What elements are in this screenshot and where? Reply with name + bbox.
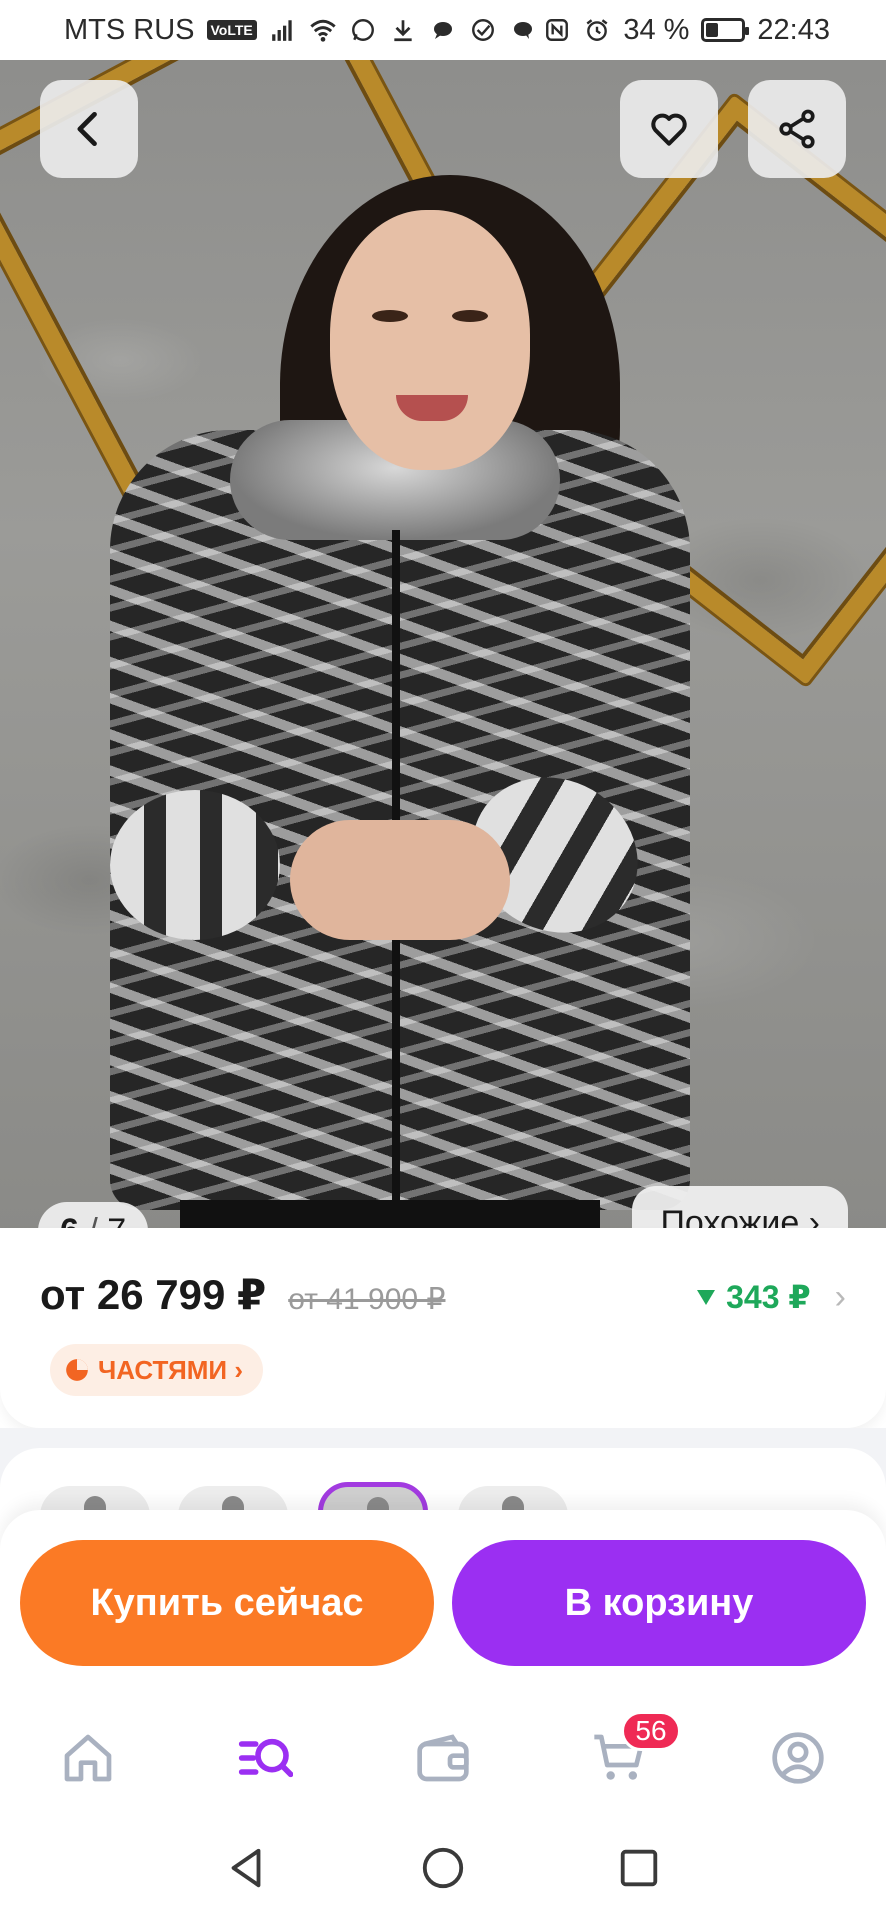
add-to-cart-button[interactable]: В корзину (452, 1540, 866, 1666)
nav-home-icon[interactable] (420, 1845, 466, 1891)
price-row: от 26 799 ₽ от 41 900 ₽ 343 ₽ › (40, 1270, 846, 1319)
wallet-icon (417, 1734, 469, 1782)
fur-cuff-left (110, 790, 280, 940)
cashback-amount: 343 ₽ (726, 1279, 811, 1315)
nav-back-icon[interactable] (224, 1845, 270, 1891)
clock: 22:43 (757, 13, 830, 46)
status-left: MTS RUS VoLTE (64, 14, 537, 47)
profile-icon (772, 1732, 824, 1784)
eye-right (452, 310, 488, 322)
download-icon (389, 16, 417, 44)
catalog-search-icon (238, 1738, 293, 1778)
chevron-left-icon (77, 111, 97, 147)
triangle-down-icon (697, 1290, 716, 1305)
bottom-tab-bar: 56 (0, 1695, 886, 1815)
share-button[interactable] (748, 80, 846, 178)
message-icon (509, 16, 537, 44)
current-price: от 26 799 ₽ (40, 1271, 267, 1318)
chat-icon (429, 16, 457, 44)
smile (396, 395, 468, 421)
buy-now-button[interactable]: Купить сейчас (20, 1540, 434, 1666)
whatsapp-icon (349, 16, 377, 44)
cashback-link[interactable]: 343 ₽ › (694, 1278, 846, 1317)
status-bar: MTS RUS VoLTE 34 % 22:43 (0, 0, 886, 60)
favorite-button[interactable] (620, 80, 718, 178)
volte-badge: VoLTE (206, 20, 257, 40)
alarm-icon (583, 16, 611, 44)
check-circle-icon (469, 16, 497, 44)
pie-chart-icon (66, 1359, 88, 1381)
installments-badge[interactable]: ЧАСТЯМИ › (50, 1344, 263, 1396)
home-icon (64, 1734, 112, 1782)
price-card: от 26 799 ₽ от 41 900 ₽ 343 ₽ › ЧАСТЯМИ … (0, 1228, 886, 1428)
installments-label: ЧАСТЯМИ › (98, 1354, 243, 1385)
product-image-gallery[interactable]: 6 / 7 Похожие › (0, 60, 886, 1240)
chevron-right-icon: › (834, 1277, 846, 1316)
eye-left (372, 310, 408, 322)
status-right: 34 % 22:43 (543, 14, 830, 47)
signal-icon (269, 16, 297, 44)
tab-home[interactable] (53, 1723, 123, 1793)
share-icon (779, 109, 815, 149)
nfc-icon (543, 16, 571, 44)
heart-icon (651, 113, 687, 146)
nav-recents-icon[interactable] (616, 1845, 662, 1891)
cart-count-badge: 56 (621, 1711, 681, 1751)
tab-profile[interactable] (763, 1723, 833, 1793)
tab-wallet[interactable] (408, 1723, 478, 1793)
battery-fill (706, 23, 719, 37)
carrier-name: MTS RUS (64, 13, 195, 46)
wifi-icon (309, 16, 337, 44)
model-face (330, 210, 530, 470)
old-price: от 41 900 ₽ (288, 1283, 446, 1316)
battery-percent: 34 % (623, 13, 690, 46)
model-hands (290, 820, 510, 940)
tab-cart[interactable]: 56 (585, 1711, 681, 1793)
battery-icon (701, 18, 750, 42)
system-navigation-bar (0, 1815, 886, 1920)
tab-catalog[interactable] (230, 1723, 300, 1793)
purchase-actions: Купить сейчас В корзину (0, 1510, 886, 1695)
back-button[interactable] (40, 80, 138, 178)
